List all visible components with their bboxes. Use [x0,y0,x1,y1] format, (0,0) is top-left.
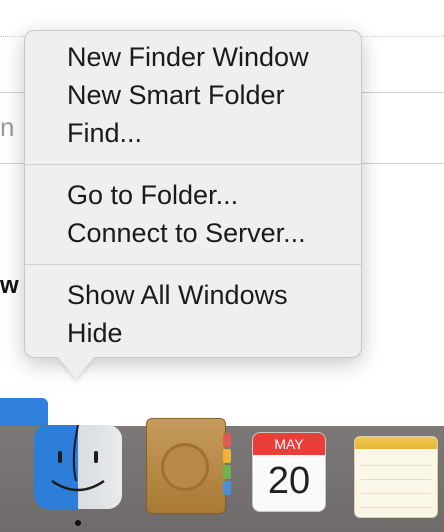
notes-line [361,507,431,508]
menu-item-find[interactable]: Find... [67,117,142,149]
menu-item-go-to-folder[interactable]: Go to Folder... [67,179,238,211]
finder-icon[interactable] [34,425,122,509]
menu-item-show-all-windows[interactable]: Show All Windows [67,279,288,311]
notes-line [361,465,431,466]
calendar-day: 20 [267,460,311,502]
menu-item-hide[interactable]: Hide [67,317,123,349]
menu-item-new-finder-window[interactable]: New Finder Window [67,41,309,73]
calendar-icon[interactable]: MAY 20 [252,432,326,512]
finder-running-indicator [75,520,81,526]
background-window-text: n [0,112,15,142]
notes-line [361,479,431,480]
notes-icon[interactable] [354,436,438,518]
dock-context-menu: New Finder Window New Smart Folder Find.… [24,30,362,358]
notes-line [361,493,431,494]
contacts-emblem [161,443,209,491]
menu-item-connect-to-server[interactable]: Connect to Server... [67,217,306,249]
background-window-text: w [0,272,19,299]
menu-item-new-smart-folder[interactable]: New Smart Folder [67,79,285,111]
contacts-tab [223,433,231,447]
notes-band [355,437,437,449]
menu-pointer-arrow [58,357,94,379]
calendar-month: MAY [253,433,325,455]
contacts-icon[interactable] [146,418,231,514]
contacts-tab [223,449,231,463]
menu-separator [25,164,361,165]
contacts-tab [223,481,231,495]
menu-separator [25,264,361,265]
contacts-tab [223,465,231,479]
